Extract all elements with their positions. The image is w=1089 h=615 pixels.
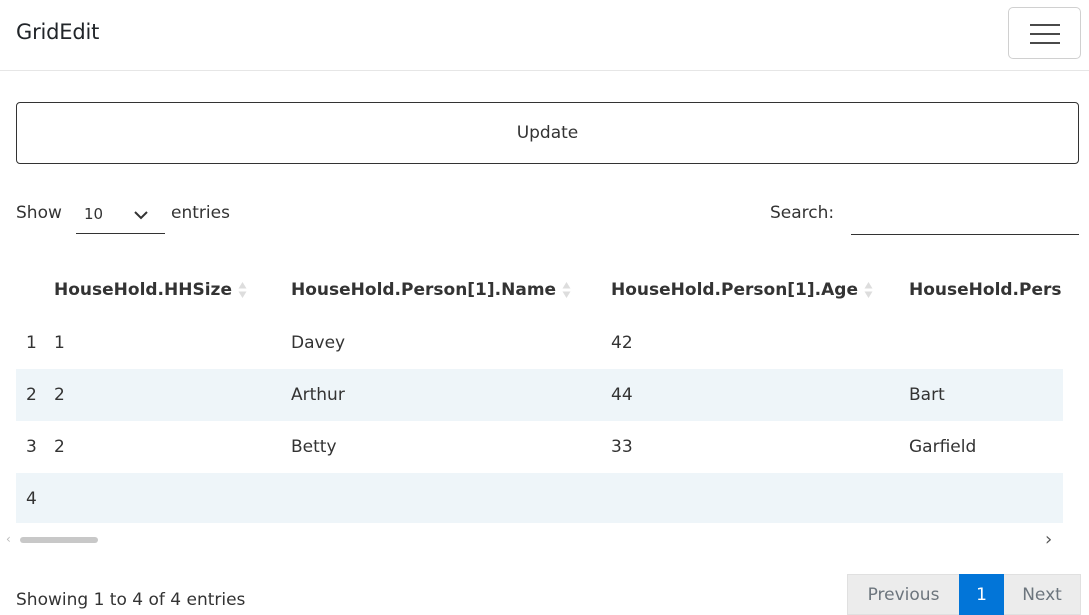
scroll-right-icon[interactable]: › (1045, 529, 1052, 550)
table-cell[interactable]: 2 (50, 421, 291, 473)
scrollbar-thumb[interactable] (20, 537, 98, 543)
table-row[interactable]: 1 1 Davey 42 (16, 317, 1063, 369)
next-page-button[interactable]: Next (1004, 574, 1081, 615)
scroll-left-icon[interactable]: ‹ (6, 532, 11, 546)
table-cell[interactable]: Garfield (909, 421, 1063, 473)
page-1-button[interactable]: 1 (959, 574, 1004, 615)
search-label: Search: (770, 203, 835, 223)
data-table: HouseHold.HHSize HouseHold.Person[1].Nam… (16, 262, 1063, 523)
entries-select-value: 10 (84, 205, 104, 223)
table-header-row: HouseHold.HHSize HouseHold.Person[1].Nam… (16, 262, 1063, 317)
hamburger-menu-button[interactable] (1008, 7, 1081, 59)
table-row[interactable]: 4 (16, 473, 1063, 523)
length-suffix-label: entries (171, 203, 230, 223)
row-index-cell: 3 (16, 421, 50, 473)
table-info-text: Showing 1 to 4 of 4 entries (16, 590, 246, 610)
chevron-down-icon (134, 211, 148, 220)
hamburger-menu-icon-bar (1030, 33, 1060, 35)
column-header-label: HouseHold.HHSize (54, 279, 232, 300)
table-cell[interactable]: 2 (50, 369, 291, 421)
entries-select[interactable]: 10 (76, 200, 165, 234)
sort-icon (864, 281, 873, 298)
row-index-cell: 2 (16, 369, 50, 421)
app-title[interactable]: GridEdit (16, 20, 99, 44)
hamburger-menu-icon-bar (1030, 42, 1060, 44)
table-cell[interactable]: 33 (611, 421, 909, 473)
pagination: Previous 1 Next (847, 574, 1081, 615)
table-cell[interactable]: Betty (291, 421, 611, 473)
hamburger-menu-icon (1030, 24, 1060, 26)
column-header-label: HouseHold.Pers (909, 279, 1062, 300)
data-table-container: HouseHold.HHSize HouseHold.Person[1].Nam… (16, 262, 1063, 523)
table-cell[interactable]: 44 (611, 369, 909, 421)
table-cell[interactable] (291, 473, 611, 523)
column-header-label: HouseHold.Person[1].Age (611, 279, 858, 300)
column-header-hhsize[interactable]: HouseHold.HHSize (50, 262, 291, 317)
table-cell[interactable]: Bart (909, 369, 1063, 421)
table-cell[interactable] (909, 317, 1063, 369)
table-cell[interactable]: Davey (291, 317, 611, 369)
table-cell[interactable]: 1 (50, 317, 291, 369)
table-cell[interactable] (50, 473, 291, 523)
table-row[interactable]: 2 2 Arthur 44 Bart (16, 369, 1063, 421)
search-input[interactable] (851, 200, 1079, 235)
column-header-label: HouseHold.Person[1].Name (291, 279, 557, 300)
update-button[interactable]: Update (16, 102, 1079, 164)
table-cell[interactable]: 42 (611, 317, 909, 369)
sort-icon (238, 281, 247, 298)
table-cell[interactable]: Arthur (291, 369, 611, 421)
table-row[interactable]: 3 2 Betty 33 Garfield (16, 421, 1063, 473)
table-cell[interactable] (611, 473, 909, 523)
row-index-cell: 4 (16, 473, 50, 523)
table-cell[interactable] (909, 473, 1063, 523)
navbar: GridEdit (0, 0, 1089, 71)
column-header-person2-truncated[interactable]: HouseHold.Pers (909, 262, 1063, 317)
column-header-index (16, 262, 50, 317)
column-header-person1-name[interactable]: HouseHold.Person[1].Name (291, 262, 611, 317)
length-prefix-label: Show (16, 203, 62, 223)
sort-icon (562, 281, 571, 298)
horizontal-scrollbar[interactable]: ‹ › (0, 528, 1089, 552)
row-index-cell: 1 (16, 317, 50, 369)
previous-page-button[interactable]: Previous (847, 574, 959, 615)
column-header-person1-age[interactable]: HouseHold.Person[1].Age (611, 262, 909, 317)
